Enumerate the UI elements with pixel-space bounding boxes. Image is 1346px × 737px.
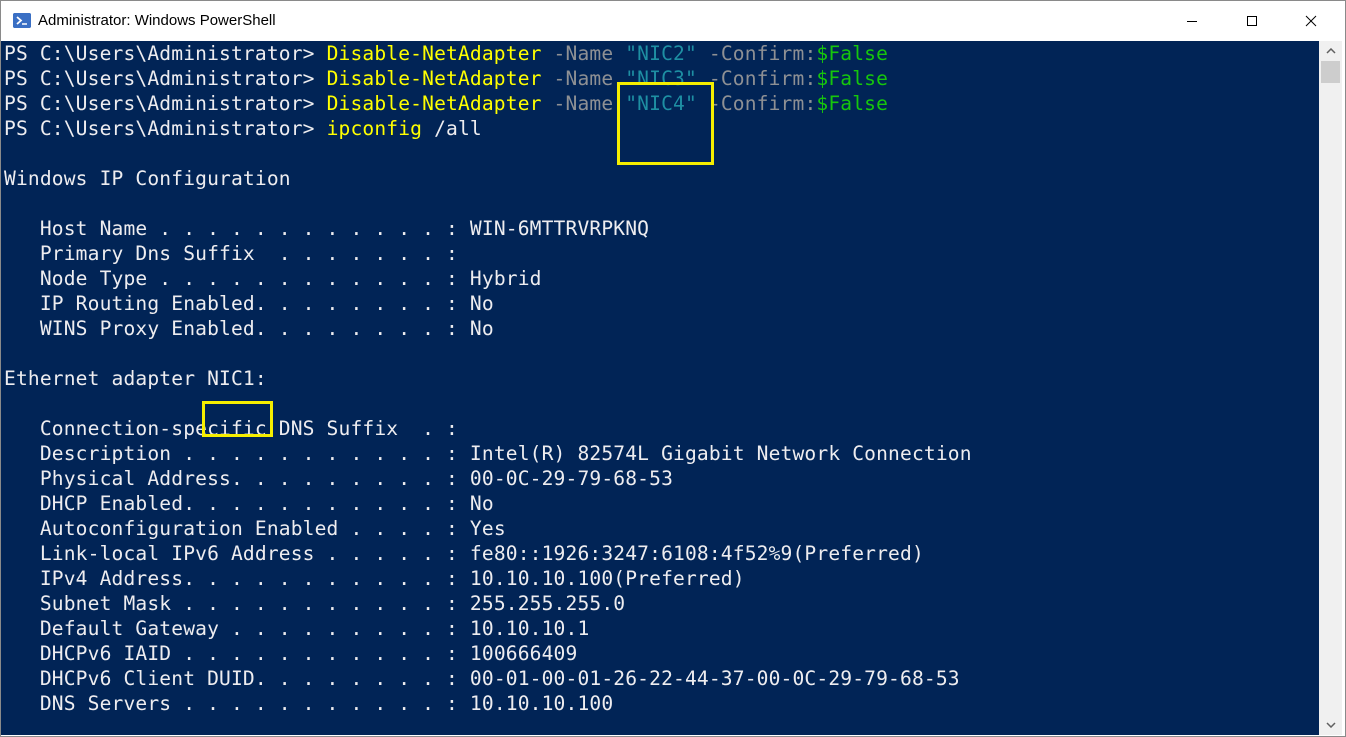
output-row-ipv4-address: IPv4 Address. . . . . . . . . . . : 10.1… [4, 566, 745, 591]
maximize-button[interactable] [1223, 1, 1281, 41]
output-row-wins-proxy: WINS Proxy Enabled. . . . . . . . : No [4, 316, 494, 341]
highlight-box-nic1 [202, 401, 273, 437]
output-row-ipv6-address: Link-local IPv6 Address . . . . . : fe80… [4, 541, 924, 566]
powershell-icon [13, 13, 31, 28]
output-label: DHCP Enabled. . . . . . . . . . . : [4, 492, 470, 515]
output-row-dhcp-enabled: DHCP Enabled. . . . . . . . . . . : No [4, 491, 494, 516]
window-title: Administrator: Windows PowerShell [38, 12, 276, 29]
parameter: -Name [541, 42, 626, 65]
chevron-down-icon [1325, 722, 1336, 728]
maximize-icon [1247, 16, 1257, 26]
output-row-dns-servers: DNS Servers . . . . . . . . . . . : 10.1… [4, 691, 613, 716]
command-line: PS C:\Users\Administrator> Disable-NetAd… [4, 91, 888, 116]
parameter: -Name [541, 67, 626, 90]
variable: $False [816, 92, 889, 115]
output-row-physical-address: Physical Address. . . . . . . . . : 00-0… [4, 466, 673, 491]
parameter: -Name [541, 92, 626, 115]
output-label: IPv4 Address. . . . . . . . . . . : [4, 567, 470, 590]
output-label: DHCPv6 IAID . . . . . . . . . . . : [4, 642, 470, 665]
output-value: 10.10.10.100 [469, 692, 614, 715]
variable: $False [816, 42, 889, 65]
cmdlet: Disable-NetAdapter [326, 42, 542, 65]
scroll-up-button[interactable] [1319, 41, 1342, 61]
title-bar[interactable]: Administrator: Windows PowerShell [1, 1, 1345, 41]
cmdlet: ipconfig [326, 117, 423, 140]
prompt: PS C:\Users\Administrator> [4, 117, 327, 140]
output-label: Node Type . . . . . . . . . . . . : [4, 267, 470, 290]
output-value: WIN-6MTTRVRPKNQ [469, 217, 650, 240]
output-row-ip-routing: IP Routing Enabled. . . . . . . . : No [4, 291, 494, 316]
scroll-down-button[interactable] [1319, 715, 1342, 735]
console-output[interactable]: PS C:\Users\Administrator> Disable-NetAd… [1, 41, 1319, 735]
variable: $False [816, 67, 889, 90]
output-row-primary-dns-suffix: Primary Dns Suffix . . . . . . . : [4, 241, 470, 266]
output-row-default-gateway: Default Gateway . . . . . . . . . : 10.1… [4, 616, 589, 641]
minimize-button[interactable] [1163, 1, 1221, 41]
parameter: -Confirm: [696, 92, 817, 115]
output-value: No [469, 492, 494, 515]
vertical-scrollbar[interactable] [1319, 41, 1342, 735]
adapter-prefix: Ethernet adapter [4, 367, 208, 390]
adapter-heading: Ethernet adapter NIC1: [4, 366, 267, 391]
output-label: Host Name . . . . . . . . . . . . : [4, 217, 470, 240]
output-row-subnet-mask: Subnet Mask . . . . . . . . . . . : 255.… [4, 591, 625, 616]
output-value: 00-01-00-01-26-22-44-37-00-0C-29-79-68-5… [469, 667, 960, 690]
output-value: 100666409 [469, 642, 578, 665]
adapter-name: NIC1: [207, 367, 267, 390]
output-value: Intel(R) 82574L Gigabit Network Connecti… [469, 442, 972, 465]
output-label: Subnet Mask . . . . . . . . . . . : [4, 592, 470, 615]
close-icon [1305, 15, 1317, 27]
prompt: PS C:\Users\Administrator> [4, 42, 327, 65]
output-label: WINS Proxy Enabled. . . . . . . . : [4, 317, 470, 340]
string-value: "NIC2" [625, 42, 697, 65]
output-label: Primary Dns Suffix . . . . . . . : [4, 242, 470, 265]
output-row-dhcpv6-iaid: DHCPv6 IAID . . . . . . . . . . . : 1006… [4, 641, 577, 666]
output-label: Physical Address. . . . . . . . . : [4, 467, 470, 490]
output-value: 255.255.255.0 [469, 592, 626, 615]
output-value: fe80::1926:3247:6108:4f52%9(Preferred) [469, 542, 924, 565]
highlight-box-nic-names [617, 82, 714, 165]
output-row-node-type: Node Type . . . . . . . . . . . . : Hybr… [4, 266, 542, 291]
output-value: No [469, 292, 494, 315]
cmdlet: Disable-NetAdapter [326, 67, 542, 90]
output-value: 10.10.10.1 [469, 617, 590, 640]
command-line: PS C:\Users\Administrator> ipconfig /all [4, 116, 482, 141]
output-label: Autoconfiguration Enabled . . . . : [4, 517, 470, 540]
prompt: PS C:\Users\Administrator> [4, 67, 327, 90]
output-value: No [469, 317, 494, 340]
output-label: IP Routing Enabled. . . . . . . . : [4, 292, 470, 315]
parameter: -Confirm: [696, 42, 817, 65]
output-value: Hybrid [469, 267, 542, 290]
minimize-icon [1187, 21, 1197, 22]
prompt: PS C:\Users\Administrator> [4, 92, 327, 115]
output-label: Description . . . . . . . . . . . : [4, 442, 470, 465]
output-value: 10.10.10.100(Preferred) [469, 567, 745, 590]
cmdlet: Disable-NetAdapter [326, 92, 542, 115]
output-row-description: Description . . . . . . . . . . . : Inte… [4, 441, 972, 466]
command-line: PS C:\Users\Administrator> Disable-NetAd… [4, 66, 888, 91]
powershell-window: Administrator: Windows PowerShell PS C:\… [0, 0, 1346, 737]
output-label: DNS Servers . . . . . . . . . . . : [4, 692, 470, 715]
arguments: /all [422, 117, 482, 140]
output-row-dhcpv6-duid: DHCPv6 Client DUID. . . . . . . . : 00-0… [4, 666, 960, 691]
close-button[interactable] [1282, 1, 1340, 41]
scrollbar-thumb[interactable] [1321, 61, 1340, 83]
output-heading: Windows IP Configuration [4, 167, 291, 190]
output-label: Link-local IPv6 Address . . . . . : [4, 542, 470, 565]
output-row-autoconfiguration: Autoconfiguration Enabled . . . . : Yes [4, 516, 506, 541]
chevron-up-icon [1325, 48, 1336, 54]
parameter: -Confirm: [696, 67, 817, 90]
output-value: Yes [469, 517, 506, 540]
output-row-host-name: Host Name . . . . . . . . . . . . : WIN-… [4, 216, 649, 241]
output-value: 00-0C-29-79-68-53 [469, 467, 674, 490]
output-label: DHCPv6 Client DUID. . . . . . . . : [4, 667, 470, 690]
command-line: PS C:\Users\Administrator> Disable-NetAd… [4, 41, 888, 66]
output-label: Default Gateway . . . . . . . . . : [4, 617, 470, 640]
